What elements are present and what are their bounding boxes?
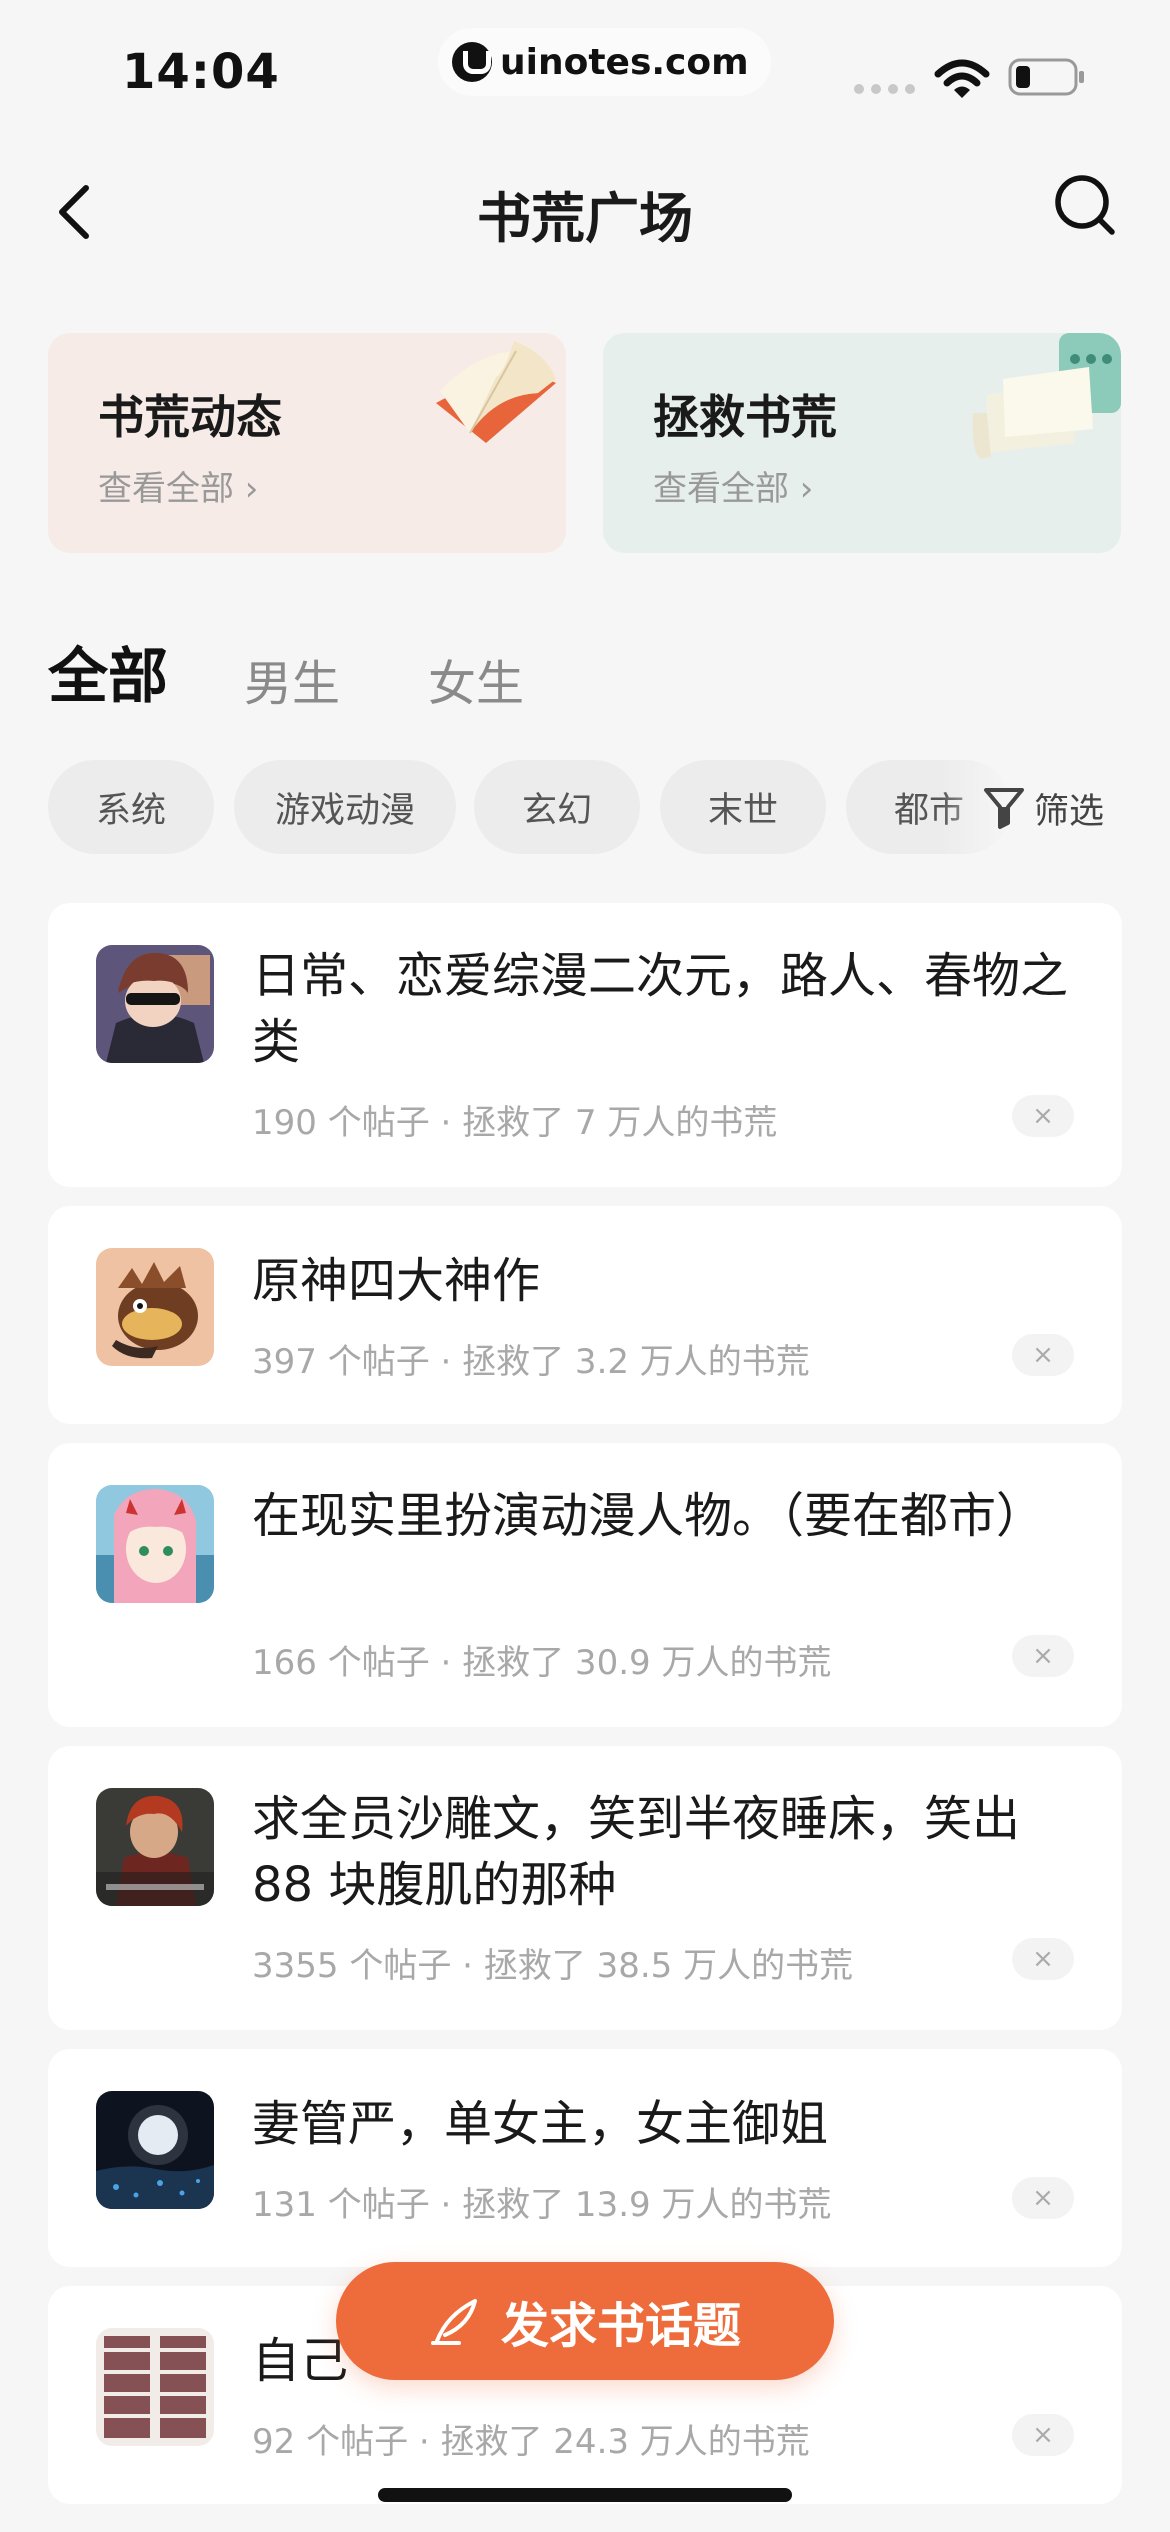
topic-meta: 131 个帖子 · 拯救了 13.9 万人的书荒 — [252, 2185, 832, 2225]
home-indicator[interactable] — [378, 2488, 792, 2502]
signal-icon — [854, 84, 915, 94]
topic-thumbnail — [96, 945, 214, 1063]
watermark-text: uinotes.com — [500, 41, 749, 83]
topic-card[interactable]: 妻管严，单女主，女主御姐 131 个帖子 · 拯救了 13.9 万人的书荒 × — [48, 2049, 1122, 2267]
topic-card[interactable]: 在现实里扮演动漫人物。（要在都市） 166 个帖子 · 拯救了 30.9 万人的… — [48, 1443, 1122, 1727]
nav-bar: 书荒广场 — [0, 150, 1170, 270]
search-icon[interactable] — [1052, 172, 1118, 238]
close-icon[interactable]: × — [1012, 1938, 1074, 1980]
watermark-badge: uinotes.com — [438, 28, 771, 96]
tab-all[interactable]: 全部 — [48, 628, 168, 715]
topic-meta: 92 个帖子 · 拯救了 24.3 万人的书荒 — [252, 2422, 810, 2462]
watermark-logo-icon — [452, 42, 492, 82]
filter-icon — [984, 788, 1024, 829]
filter-button[interactable]: 筛选 — [982, 780, 1104, 836]
topic-meta: 166 个帖子 · 拯救了 30.9 万人的书荒 — [252, 1643, 832, 1683]
view-all-link[interactable]: 查看全部 › — [98, 461, 258, 510]
close-icon[interactable]: × — [1012, 1635, 1074, 1677]
topic-title: 日常、恋爱综漫二次元，路人、春物之类 — [252, 948, 1069, 1070]
post-request-button[interactable]: 发求书话题 — [336, 2262, 834, 2380]
post-request-label: 发求书话题 — [500, 2298, 741, 2354]
topic-thumbnail — [96, 2091, 214, 2209]
wifi-icon — [934, 59, 990, 98]
topic-thumbnail — [96, 1248, 214, 1366]
tab-male[interactable]: 男生 — [244, 644, 340, 714]
topic-thumbnail — [96, 1788, 214, 1906]
card-title: 拯救书荒 — [653, 390, 837, 444]
status-bar: 14:04 uinotes.com — [0, 0, 1170, 140]
topic-thumbnail — [96, 2328, 214, 2446]
chip-xuanhuan[interactable]: 玄幻 — [474, 760, 640, 854]
battery-icon — [1008, 58, 1084, 96]
topic-title: 求全员沙雕文，笑到半夜睡床，笑出88 块腹肌的那种 — [252, 1791, 1021, 1913]
paper-scroll-icon — [972, 333, 1121, 459]
close-icon[interactable]: × — [1012, 2414, 1074, 2456]
topic-title: 妻管严，单女主，女主御姐 — [252, 2096, 829, 2152]
filter-label: 筛选 — [1034, 791, 1105, 832]
open-book-icon — [436, 341, 556, 443]
status-time: 14:04 — [122, 44, 280, 100]
topic-card[interactable]: 原神四大神作 397 个帖子 · 拯救了 3.2 万人的书荒 × — [48, 1206, 1122, 1424]
topic-thumbnail — [96, 1485, 214, 1603]
view-all-link[interactable]: 查看全部 › — [653, 461, 813, 510]
close-icon[interactable]: × — [1012, 1095, 1074, 1137]
quill-icon — [430, 2299, 477, 2345]
chip-apocalypse[interactable]: 末世 — [660, 760, 826, 854]
card-title: 书荒动态 — [98, 390, 282, 444]
topic-meta: 190 个帖子 · 拯救了 7 万人的书荒 — [252, 1103, 778, 1143]
topic-card[interactable]: 日常、恋爱综漫二次元，路人、春物之类 190 个帖子 · 拯救了 7 万人的书荒… — [48, 903, 1122, 1187]
chip-system[interactable]: 系统 — [48, 760, 214, 854]
topic-meta: 3355 个帖子 · 拯救了 38.5 万人的书荒 — [252, 1946, 854, 1986]
chip-game-anime[interactable]: 游戏动漫 — [234, 760, 456, 854]
topic-card[interactable]: 求全员沙雕文，笑到半夜睡床，笑出88 块腹肌的那种 3355 个帖子 · 拯救了… — [48, 1746, 1122, 2030]
rescue-book-shortage-card[interactable]: 拯救书荒 查看全部 › — [603, 333, 1121, 553]
close-icon[interactable]: × — [1012, 2177, 1074, 2219]
tab-female[interactable]: 女生 — [428, 644, 524, 714]
book-shortage-news-card[interactable]: 书荒动态 查看全部 › — [48, 333, 566, 553]
page-title: 书荒广场 — [477, 187, 693, 250]
topic-meta: 397 个帖子 · 拯救了 3.2 万人的书荒 — [252, 1342, 810, 1382]
topic-title: 原神四大神作 — [252, 1253, 541, 1309]
close-icon[interactable]: × — [1012, 1334, 1074, 1376]
topic-title: 在现实里扮演动漫人物。（要在都市） — [252, 1488, 1045, 1544]
